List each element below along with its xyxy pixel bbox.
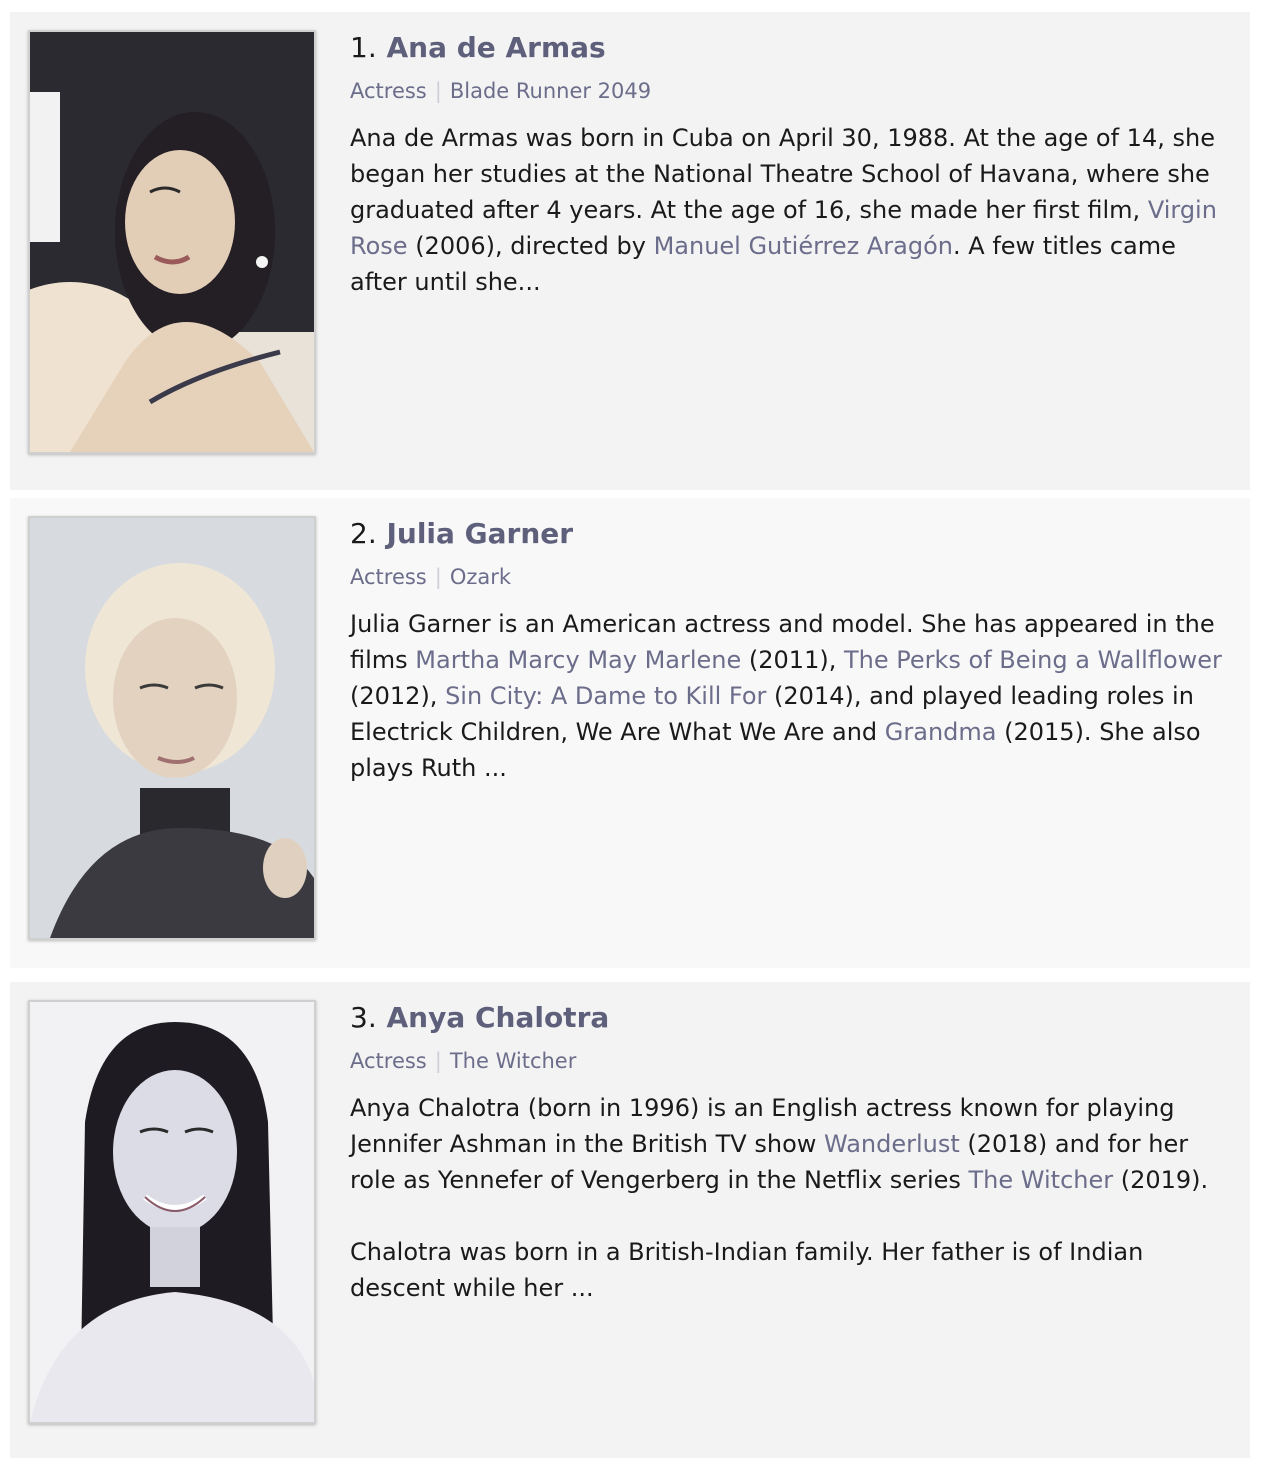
- headshot-photo[interactable]: [28, 516, 316, 940]
- profession-label: Actress: [350, 565, 427, 589]
- item-meta: Actress | Ozark: [350, 562, 1226, 592]
- bio-text-run: Chalotra was born in a British-Indian fa…: [350, 1238, 1144, 1302]
- item-content: 1. Ana de Armas Actress | Blade Runner 204…: [350, 26, 1226, 300]
- bio-text: Ana de Armas was born in Cuba on April 3…: [350, 120, 1226, 300]
- people-list: 1. Ana de Armas Actress | Blade Runner 204…: [0, 0, 1262, 1468]
- item-header: 2. Julia Garner: [350, 512, 1226, 556]
- list-item: 2. Julia Garner Actress | Ozark Julia Garn…: [10, 498, 1250, 968]
- bio-link[interactable]: Martha Marcy May Marlene: [415, 646, 741, 674]
- headshot-photo[interactable]: [28, 1000, 316, 1424]
- headshot-photo[interactable]: [28, 30, 316, 454]
- known-for-link[interactable]: The Witcher: [450, 1049, 577, 1073]
- item-index: 2.: [350, 517, 377, 550]
- bio-text: Julia Garner is an American actress and …: [350, 606, 1226, 786]
- portrait-image: [30, 518, 314, 938]
- item-meta: Actress | The Witcher: [350, 1046, 1226, 1076]
- bio-link[interactable]: The Perks of Being a Wallflower: [844, 646, 1222, 674]
- bio-link[interactable]: The Witcher: [969, 1166, 1114, 1194]
- bio-link[interactable]: Wanderlust: [824, 1130, 960, 1158]
- bio-text-run: (2012),: [350, 682, 446, 710]
- bio-text: Anya Chalotra (born in 1996) is an Engli…: [350, 1090, 1226, 1306]
- known-for-link[interactable]: Blade Runner 2049: [450, 79, 651, 103]
- item-meta: Actress | Blade Runner 2049: [350, 76, 1226, 106]
- bio-text-run: Ana de Armas was born in Cuba on April 3…: [350, 124, 1215, 224]
- item-header: 1. Ana de Armas: [350, 26, 1226, 70]
- portrait-image: [30, 1002, 314, 1422]
- meta-separator: |: [434, 1049, 442, 1073]
- bio-paragraph: Chalotra was born in a British-Indian fa…: [350, 1234, 1226, 1306]
- list-item: 3. Anya Chalotra Actress | The Witcher Any…: [10, 982, 1250, 1458]
- item-index: 3.: [350, 1001, 377, 1034]
- bio-paragraph: Anya Chalotra (born in 1996) is an Engli…: [350, 1090, 1226, 1198]
- person-name-link[interactable]: Ana de Armas: [386, 31, 605, 64]
- item-header: 3. Anya Chalotra: [350, 996, 1226, 1040]
- bio-text-run: (2019).: [1113, 1166, 1209, 1194]
- meta-separator: |: [434, 79, 442, 103]
- list-item: 1. Ana de Armas Actress | Blade Runner 204…: [10, 12, 1250, 490]
- profession-label: Actress: [350, 79, 427, 103]
- bio-text-run: (2006), directed by: [407, 232, 654, 260]
- portrait-image: [30, 32, 314, 452]
- known-for-link[interactable]: Ozark: [450, 565, 511, 589]
- bio-paragraph: Ana de Armas was born in Cuba on April 3…: [350, 120, 1226, 300]
- item-index: 1.: [350, 31, 377, 64]
- bio-link[interactable]: Sin City: A Dame to Kill For: [445, 682, 766, 710]
- item-content: 2. Julia Garner Actress | Ozark Julia Garn…: [350, 512, 1226, 786]
- person-name-link[interactable]: Julia Garner: [386, 517, 573, 550]
- person-name-link[interactable]: Anya Chalotra: [386, 1001, 609, 1034]
- bio-paragraph: Julia Garner is an American actress and …: [350, 606, 1226, 786]
- bio-text-run: (2011),: [741, 646, 844, 674]
- bio-link[interactable]: Manuel Gutiérrez Aragón: [654, 232, 953, 260]
- bio-link[interactable]: Grandma: [885, 718, 997, 746]
- item-content: 3. Anya Chalotra Actress | The Witcher Any…: [350, 996, 1226, 1306]
- meta-separator: |: [434, 565, 442, 589]
- profession-label: Actress: [350, 1049, 427, 1073]
